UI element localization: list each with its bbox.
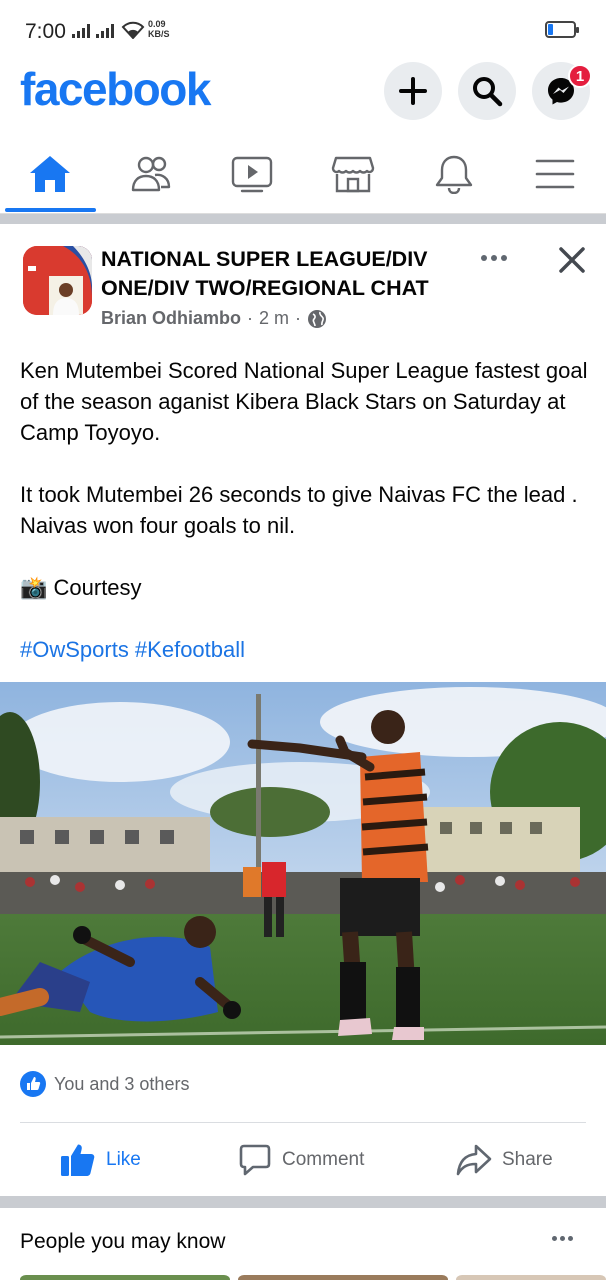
post-paragraph-2: It took Mutembei 26 seconds to give Naiv… — [20, 482, 578, 538]
comment-label: Comment — [282, 1149, 365, 1170]
meta-separator-2: · — [295, 308, 302, 328]
reaction-divider — [20, 1122, 586, 1123]
globe-icon — [308, 309, 327, 328]
like-button[interactable]: Like — [60, 1140, 141, 1180]
search-button[interactable] — [458, 62, 516, 120]
tab-marketplace[interactable] — [303, 136, 403, 212]
group-avatar[interactable] — [23, 246, 92, 315]
tab-menu[interactable] — [505, 136, 605, 212]
post-photo[interactable] — [0, 682, 606, 1045]
reaction-text: You and 3 others — [54, 1073, 190, 1094]
post-author[interactable]: Brian Odhiambo — [101, 308, 241, 329]
wifi-icon — [121, 21, 145, 39]
pymk-title: People you may know — [20, 1230, 226, 1253]
network-speed-unit: KB/S — [148, 29, 170, 39]
comment-button[interactable]: Comment — [238, 1140, 364, 1180]
post-paragraph-3: 📸 Courtesy — [20, 575, 142, 600]
post-hashtags[interactable]: #OwSports #Kefootball — [20, 634, 590, 665]
search-icon — [473, 77, 503, 107]
plus-icon — [399, 77, 427, 105]
tab-watch[interactable] — [202, 136, 302, 212]
post-meta: Brian Odhiambo · 2 m · — [101, 308, 327, 329]
tab-notifications[interactable] — [404, 136, 504, 212]
bell-icon — [435, 155, 473, 194]
status-time: 7:00 — [25, 20, 66, 43]
post-body: Ken Mutembei Scored National Super Leagu… — [20, 355, 590, 696]
tab-home[interactable] — [0, 136, 100, 212]
share-button[interactable]: Share — [456, 1140, 553, 1180]
pymk-cards — [0, 1271, 606, 1280]
like-reaction-icon — [20, 1071, 46, 1097]
feed-divider-2 — [0, 1196, 606, 1208]
home-icon — [30, 156, 70, 192]
active-tab-indicator — [5, 208, 96, 212]
battery-icon — [545, 21, 579, 38]
feed-divider — [0, 214, 606, 224]
signal-icon — [72, 24, 90, 38]
marketplace-icon — [331, 156, 375, 193]
battery-level — [548, 24, 553, 35]
messenger-badge: 1 — [568, 64, 592, 88]
reaction-summary[interactable]: You and 3 others — [20, 1071, 189, 1097]
share-label: Share — [502, 1149, 553, 1170]
meta-separator: · — [247, 308, 254, 328]
friends-icon — [131, 156, 171, 192]
facebook-logo[interactable]: facebook — [20, 62, 211, 116]
thumbs-up-icon — [61, 1144, 95, 1176]
group-avatar-image — [23, 246, 92, 315]
messenger-button[interactable]: 1 — [532, 62, 592, 120]
status-bar: 7:00 0.09 KB/S — [0, 0, 606, 62]
create-button[interactable] — [384, 62, 442, 120]
hamburger-icon — [535, 159, 575, 189]
video-icon — [231, 156, 273, 193]
post-paragraph-1: Ken Mutembei Scored National Super Leagu… — [20, 358, 588, 445]
network-speed: 0.09 KB/S — [148, 19, 170, 39]
pymk-options-button[interactable] — [552, 1236, 573, 1241]
tab-friends[interactable] — [101, 136, 201, 212]
group-name[interactable]: NATIONAL SUPER LEAGUE/DIV ONE/DIV TWO/RE… — [101, 245, 471, 303]
post-options-button[interactable] — [478, 244, 510, 272]
close-icon[interactable] — [554, 242, 590, 278]
comment-icon — [239, 1144, 271, 1176]
signal-icon-2 — [96, 24, 114, 38]
like-label: Like — [106, 1149, 141, 1170]
app-header: facebook 1 — [0, 62, 606, 124]
share-icon — [456, 1144, 492, 1176]
post-time[interactable]: 2 m — [259, 308, 289, 329]
football-photo — [0, 682, 606, 1045]
pymk-card-tops — [20, 1275, 606, 1280]
nav-tabs — [0, 136, 606, 214]
network-speed-value: 0.09 — [148, 19, 166, 29]
